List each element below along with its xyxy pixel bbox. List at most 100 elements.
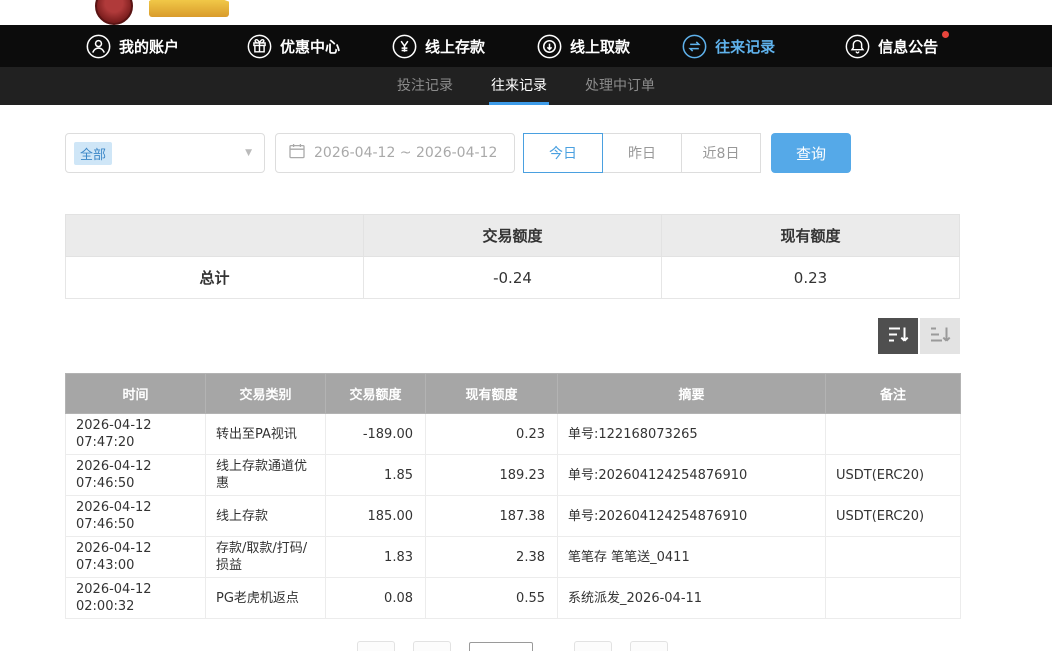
last-8-days-button[interactable]: 近8日 (681, 133, 761, 173)
cell-current-amount: 0.55 (426, 578, 558, 619)
summary-total-row: 总计 -0.24 0.23 (66, 257, 960, 299)
cell-summary: 系统派发_2026-04-11 (558, 578, 826, 619)
cell-transaction-amount: -189.00 (326, 414, 426, 455)
nav-item-announcements[interactable]: 信息公告 (845, 34, 938, 59)
tab-transaction-records[interactable]: 往来记录 (489, 67, 549, 105)
nav-item-online-withdrawal[interactable]: 线上取款 (537, 34, 630, 59)
cell-time: 2026-04-12 02:00:32 (66, 578, 206, 619)
nav-label: 线上存款 (425, 36, 485, 57)
cell-summary: 笔笔存 笔笔送_0411 (558, 537, 826, 578)
notification-dot (942, 31, 949, 38)
nav-item-my-account[interactable]: 我的账户 (86, 34, 179, 59)
cell-type: 线上存款 (206, 496, 326, 537)
cell-type: PG老虎机返点 (206, 578, 326, 619)
summary-header-empty (66, 215, 364, 257)
cell-current-amount: 0.23 (426, 414, 558, 455)
search-button[interactable]: 查询 (771, 133, 851, 173)
record-tabs: 投注记录 往来记录 处理中订单 (0, 67, 1052, 105)
tab-label: 往来记录 (491, 75, 547, 95)
sort-descending-button[interactable] (878, 318, 918, 354)
cell-current-amount: 187.38 (426, 496, 558, 537)
cell-time: 2026-04-12 07:46:50 (66, 455, 206, 496)
table-row: 2026-04-12 07:47:20 转出至PA视讯 -189.00 0.23… (66, 414, 961, 455)
cell-transaction-amount: 185.00 (326, 496, 426, 537)
cell-summary: 单号:202604124254876910 (558, 455, 826, 496)
filter-row: 全部 ▼ 2026-04-12 ~ 2026-04-12 今日 昨日 近8日 查… (65, 133, 960, 173)
cell-current-amount: 2.38 (426, 537, 558, 578)
cell-transaction-amount: 1.85 (326, 455, 426, 496)
sort-descending-icon (887, 325, 909, 347)
user-icon (86, 34, 111, 59)
gift-icon (247, 34, 272, 59)
cell-time: 2026-04-12 07:43:00 (66, 537, 206, 578)
quick-date-group: 今日 昨日 近8日 (523, 133, 761, 173)
nav-label: 线上取款 (570, 36, 630, 57)
cell-type: 转出至PA视讯 (206, 414, 326, 455)
cell-time: 2026-04-12 07:47:20 (66, 414, 206, 455)
nav-label: 优惠中心 (280, 36, 340, 57)
col-header-summary: 摘要 (558, 374, 826, 414)
tab-label: 投注记录 (397, 75, 453, 95)
mascot-logo-icon (95, 0, 133, 25)
logo-gold-text (149, 0, 229, 17)
site-logo[interactable] (95, 0, 229, 28)
nav-item-promotions[interactable]: 优惠中心 (247, 34, 340, 59)
pagination: 1 /1 (65, 641, 960, 651)
summary-table: 交易额度 现有额度 总计 -0.24 0.23 (65, 214, 960, 299)
cell-type: 存款/取款/打码/损益 (206, 537, 326, 578)
tab-betting-records[interactable]: 投注记录 (395, 67, 455, 105)
type-select[interactable]: 全部 ▼ (65, 133, 265, 173)
col-header-current-amount: 现有额度 (426, 374, 558, 414)
sort-ascending-button[interactable] (920, 318, 960, 354)
main-content: 全部 ▼ 2026-04-12 ~ 2026-04-12 今日 昨日 近8日 查… (0, 133, 1052, 651)
cell-time: 2026-04-12 07:46:50 (66, 496, 206, 537)
today-button[interactable]: 今日 (523, 133, 603, 173)
summary-header-transaction: 交易额度 (364, 215, 662, 257)
nav-label: 信息公告 (878, 36, 938, 57)
cell-transaction-amount: 0.08 (326, 578, 426, 619)
records-header-row: 时间 交易类别 交易额度 现有额度 摘要 备注 (66, 374, 961, 414)
bell-icon (845, 34, 870, 59)
col-header-note: 备注 (826, 374, 961, 414)
date-range-input[interactable]: 2026-04-12 ~ 2026-04-12 (275, 133, 515, 173)
cell-note: USDT(ERC20) (826, 496, 961, 537)
sort-controls (65, 318, 960, 354)
nav-label: 往来记录 (715, 36, 775, 57)
tab-processing-orders[interactable]: 处理中订单 (583, 67, 657, 105)
summary-current-total: 0.23 (662, 257, 960, 299)
transfer-records-icon (682, 34, 707, 59)
cell-note (826, 414, 961, 455)
cell-type: 线上存款通道优惠 (206, 455, 326, 496)
cell-note (826, 578, 961, 619)
tab-label: 处理中订单 (585, 75, 655, 95)
cell-note: USDT(ERC20) (826, 455, 961, 496)
page-select[interactable]: 1 (469, 642, 533, 651)
col-header-time: 时间 (66, 374, 206, 414)
records-table: 时间 交易类别 交易额度 现有额度 摘要 备注 2026-04-12 07:47… (65, 373, 961, 619)
date-range-value: 2026-04-12 ~ 2026-04-12 (314, 145, 497, 161)
cell-note (826, 537, 961, 578)
previous-page-button[interactable] (413, 641, 451, 651)
nav-item-online-deposit[interactable]: 线上存款 (392, 34, 485, 59)
cell-transaction-amount: 1.83 (326, 537, 426, 578)
nav-label: 我的账户 (119, 36, 179, 57)
cell-current-amount: 189.23 (426, 455, 558, 496)
logo-bar (0, 0, 1052, 25)
type-selected-chip: 全部 (74, 142, 112, 165)
transaction-records-page: 我的账户 优惠中心 线上存款 (0, 0, 1052, 651)
nav-item-transaction-records[interactable]: 往来记录 (682, 34, 775, 59)
first-page-button[interactable] (357, 641, 395, 651)
col-header-type: 交易类别 (206, 374, 326, 414)
col-header-transaction-amount: 交易额度 (326, 374, 426, 414)
summary-transaction-total: -0.24 (364, 257, 662, 299)
table-row: 2026-04-12 07:46:50 线上存款通道优惠 1.85 189.23… (66, 455, 961, 496)
yesterday-button[interactable]: 昨日 (602, 133, 682, 173)
calendar-icon (289, 143, 305, 163)
last-page-button[interactable] (630, 641, 668, 651)
table-row: 2026-04-12 07:46:50 线上存款 185.00 187.38 单… (66, 496, 961, 537)
table-row: 2026-04-12 02:00:32 PG老虎机返点 0.08 0.55 系统… (66, 578, 961, 619)
summary-header-row: 交易额度 现有额度 (66, 215, 960, 257)
table-row: 2026-04-12 07:43:00 存款/取款/打码/损益 1.83 2.3… (66, 537, 961, 578)
next-page-button[interactable] (574, 641, 612, 651)
cell-summary: 单号:202604124254876910 (558, 496, 826, 537)
